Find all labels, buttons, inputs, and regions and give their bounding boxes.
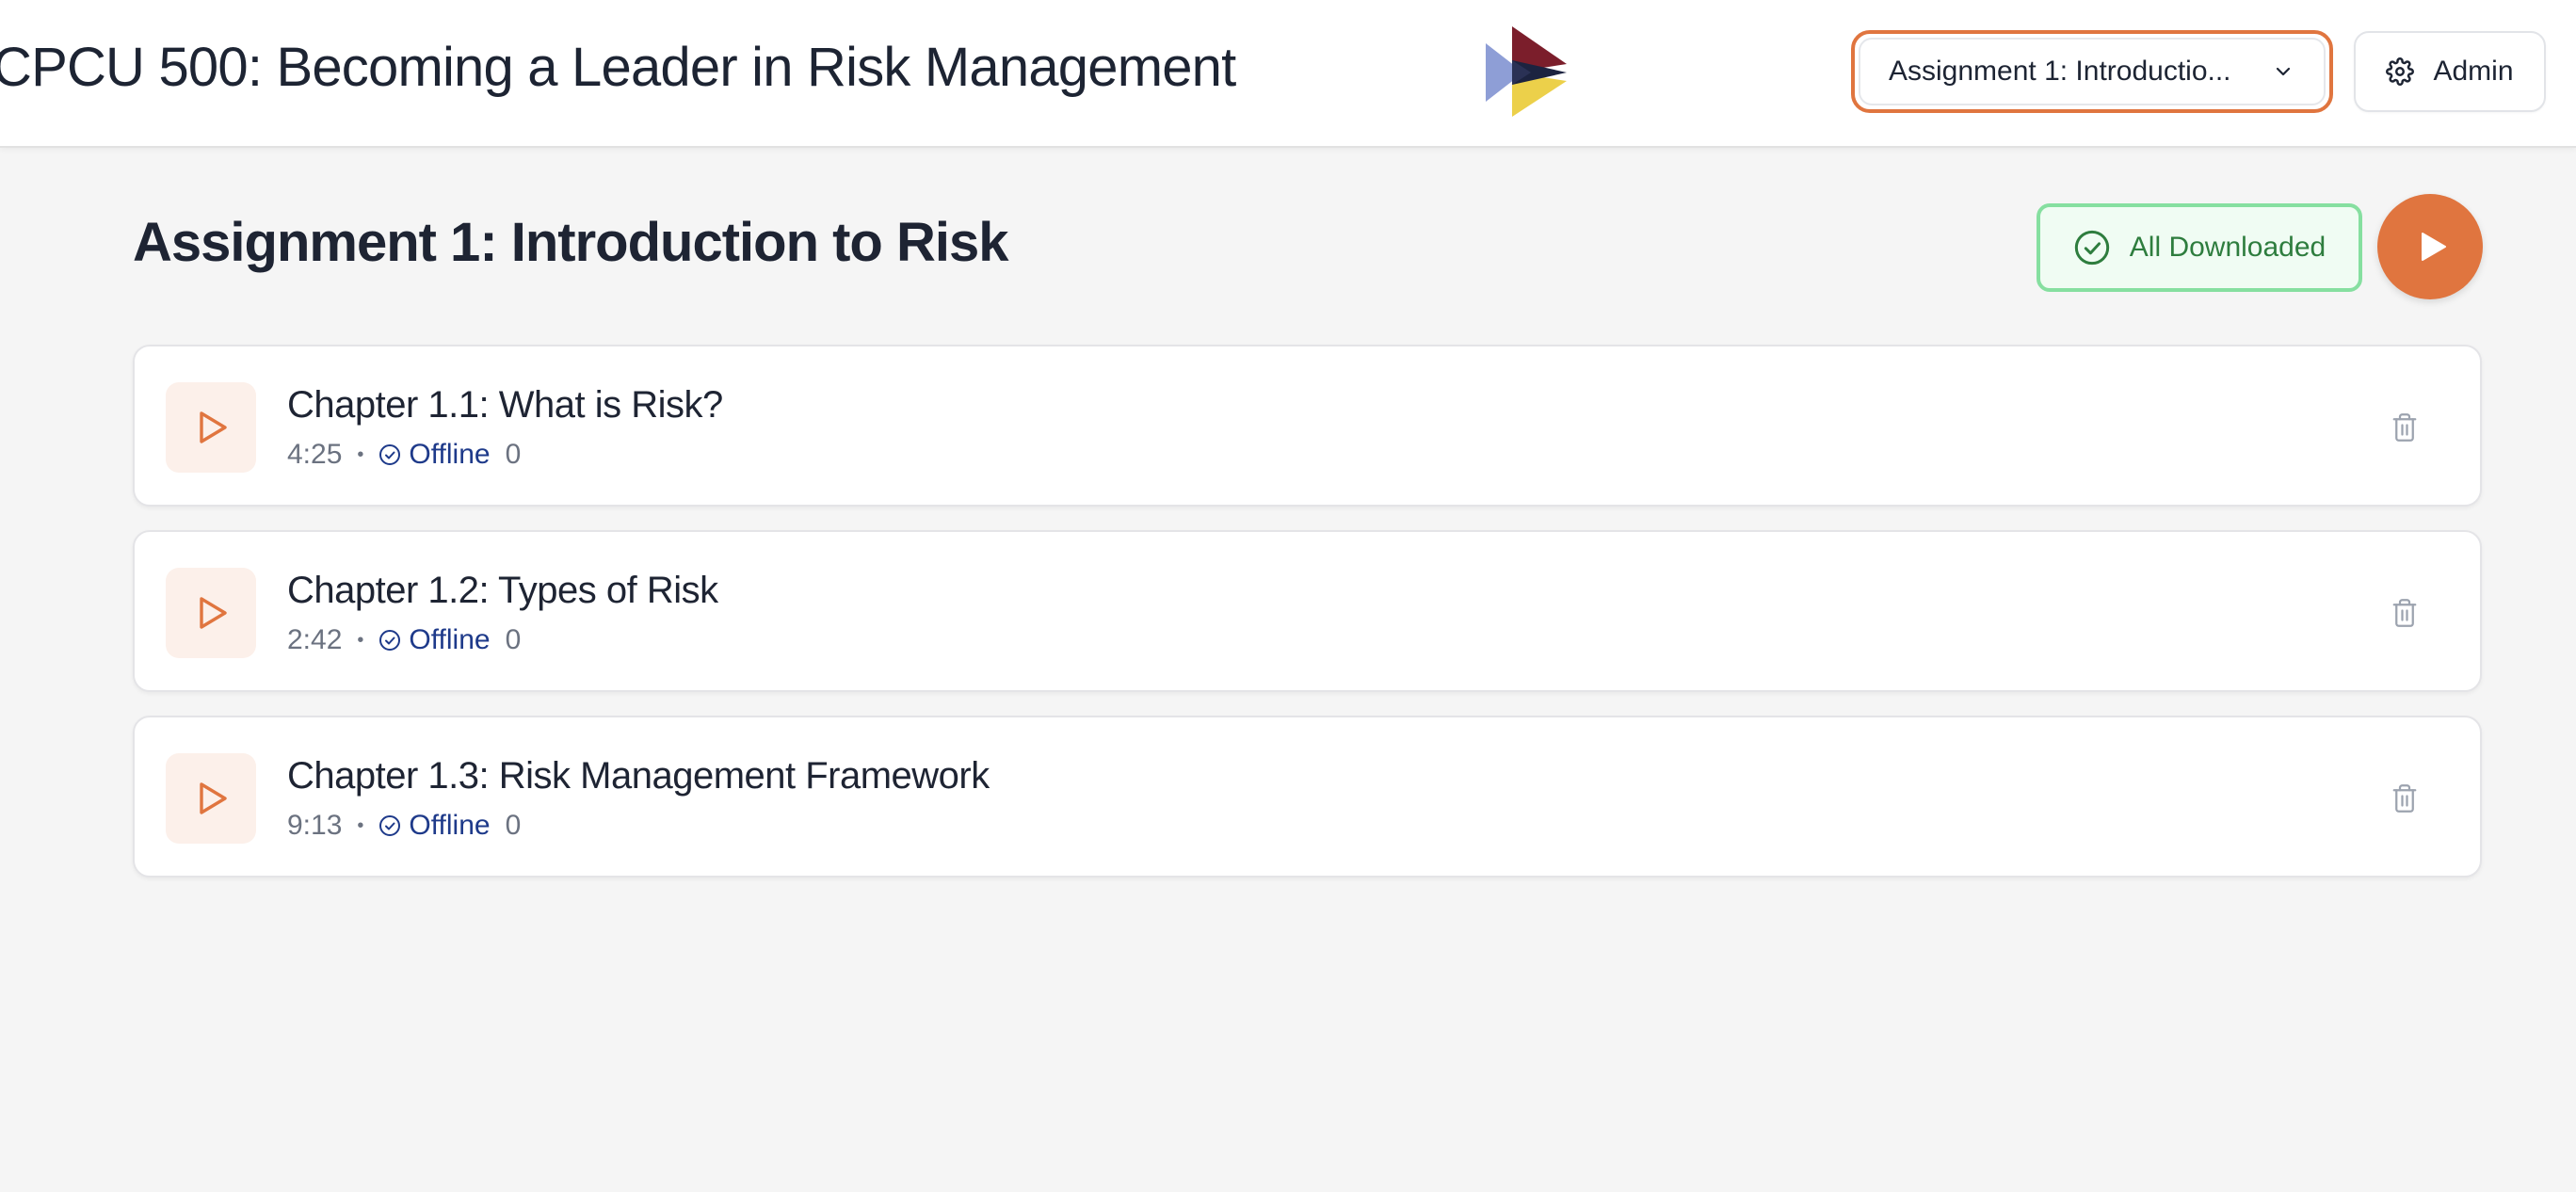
- chapter-duration: 2:42: [287, 624, 343, 655]
- check-circle-icon: [378, 443, 401, 466]
- assignment-select-value: Assignment 1: Introductio...: [1889, 56, 2231, 87]
- delete-button[interactable]: [2388, 594, 2422, 632]
- chapter-meta: 4:25 • Offline 0: [287, 439, 521, 471]
- admin-button-label: Admin: [2433, 56, 2514, 87]
- trash-icon: [2391, 411, 2419, 443]
- admin-button[interactable]: Admin: [2354, 31, 2546, 112]
- chapter-title: Chapter 1.1: What is Risk?: [287, 384, 723, 426]
- chapter-count: 0: [505, 624, 522, 655]
- chapter-list: Chapter 1.1: What is Risk? 4:25 • Offlin…: [133, 345, 2482, 901]
- play-outline-icon: [197, 595, 229, 631]
- download-status-label: All Downloaded: [2129, 232, 2326, 263]
- gear-icon: [2386, 57, 2415, 86]
- trash-icon: [2391, 782, 2419, 814]
- download-status-badge: All Downloaded: [2037, 203, 2362, 292]
- chapter-title: Chapter 1.2: Types of Risk: [287, 570, 718, 611]
- play-outline-icon: [197, 410, 229, 445]
- chapter-meta: 2:42 • Offline 0: [287, 624, 521, 656]
- trash-icon: [2391, 597, 2419, 629]
- play-all-button[interactable]: [2377, 194, 2483, 299]
- chapter-item[interactable]: Chapter 1.1: What is Risk? 4:25 • Offlin…: [133, 345, 2482, 507]
- assignment-select[interactable]: Assignment 1: Introductio...: [1851, 30, 2333, 113]
- offline-status: Offline: [409, 624, 491, 655]
- play-outline-icon: [197, 781, 229, 816]
- meta-separator: •: [357, 443, 364, 465]
- play-icon: [2419, 232, 2447, 262]
- offline-status: Offline: [409, 810, 491, 841]
- chapter-meta: 9:13 • Offline 0: [287, 810, 521, 842]
- meta-separator: •: [357, 629, 364, 651]
- logo-icon: [1486, 26, 1567, 117]
- chapter-duration: 9:13: [287, 810, 343, 841]
- offline-status: Offline: [409, 439, 491, 470]
- chevron-down-icon: [2269, 57, 2297, 86]
- app-header: CPCU 500: Becoming a Leader in Risk Mana…: [0, 0, 2576, 148]
- chapter-title: Chapter 1.3: Risk Management Framework: [287, 755, 990, 797]
- check-circle-icon: [2073, 229, 2111, 266]
- chapter-count: 0: [505, 810, 522, 841]
- assignment-select-box[interactable]: Assignment 1: Introductio...: [1859, 38, 2326, 105]
- chapter-count: 0: [505, 439, 522, 470]
- check-circle-icon: [378, 629, 401, 652]
- chapter-play-button[interactable]: [166, 753, 256, 844]
- delete-button[interactable]: [2388, 409, 2422, 446]
- app-title: CPCU 500: Becoming a Leader in Risk Mana…: [0, 37, 1236, 98]
- delete-button[interactable]: [2388, 780, 2422, 817]
- chapter-item[interactable]: Chapter 1.2: Types of Risk 2:42 • Offlin…: [133, 530, 2482, 692]
- check-circle-icon: [378, 814, 401, 837]
- chapter-duration: 4:25: [287, 439, 343, 470]
- page-title: Assignment 1: Introduction to Risk: [133, 212, 1008, 273]
- chapter-item[interactable]: Chapter 1.3: Risk Management Framework 9…: [133, 716, 2482, 878]
- chapter-play-button[interactable]: [166, 568, 256, 658]
- chapter-play-button[interactable]: [166, 382, 256, 473]
- meta-separator: •: [357, 814, 364, 836]
